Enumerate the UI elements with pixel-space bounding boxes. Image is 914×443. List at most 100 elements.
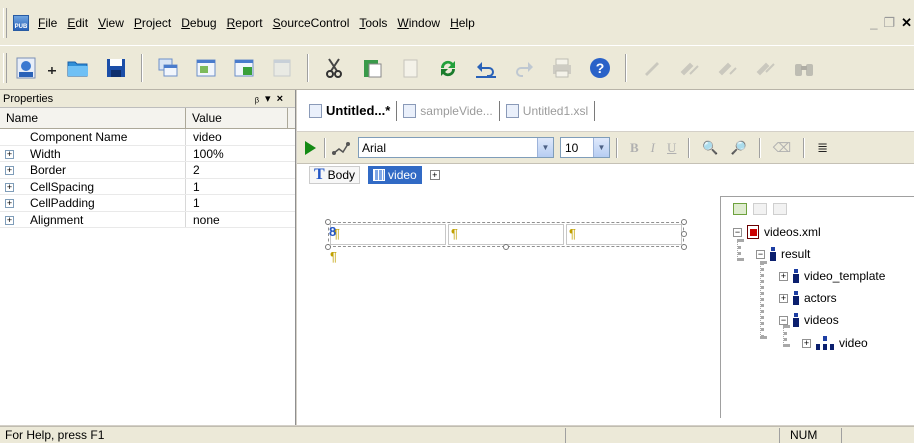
- table-cell[interactable]: ¶: [448, 224, 564, 245]
- tree-node-video[interactable]: + video: [802, 336, 868, 350]
- xpath-icon[interactable]: [332, 139, 350, 157]
- close-icon[interactable]: ✕: [901, 15, 912, 31]
- eraser-icon[interactable]: ⌫: [773, 140, 791, 156]
- expand-icon[interactable]: +: [5, 166, 14, 175]
- tab-samplevideo[interactable]: sampleVide...: [397, 100, 500, 121]
- resize-handle[interactable]: [503, 244, 509, 250]
- table-cell[interactable]: ¶: [330, 224, 446, 245]
- tree-node-result[interactable]: − result: [756, 247, 810, 261]
- expand-icon[interactable]: +: [5, 149, 14, 159]
- resize-handle[interactable]: [681, 231, 687, 237]
- bold-button[interactable]: B: [630, 140, 639, 156]
- property-value[interactable]: 100%: [186, 146, 224, 162]
- tab-untitled1-xsl[interactable]: Untitled1.xsl: [500, 100, 596, 121]
- property-value[interactable]: video: [186, 129, 222, 145]
- property-row[interactable]: + CellSpacing 1: [0, 178, 295, 195]
- expand-icon[interactable]: +: [5, 199, 14, 208]
- new-file-icon[interactable]: [47, 56, 57, 80]
- property-value[interactable]: 2: [186, 162, 200, 178]
- edit2-icon[interactable]: [678, 56, 702, 80]
- tab-untitled[interactable]: Untitled...*: [303, 100, 398, 121]
- font-family-select[interactable]: Arial ▼: [358, 137, 554, 158]
- binoculars-icon[interactable]: [792, 56, 816, 80]
- tree-node-actors[interactable]: + actors: [779, 291, 837, 305]
- edit4-icon[interactable]: [754, 56, 778, 80]
- undo-icon[interactable]: [474, 56, 498, 80]
- window-cascade-icon[interactable]: [156, 56, 180, 80]
- pin-icon[interactable]: ᵦ: [255, 93, 265, 105]
- expand-icon[interactable]: +: [779, 271, 788, 281]
- zoom-out-icon[interactable]: 🔎: [731, 140, 747, 156]
- app-icon[interactable]: PUB: [13, 14, 29, 31]
- menu-project[interactable]: Project: [129, 0, 176, 46]
- tree-node-videos[interactable]: − videos: [779, 313, 839, 327]
- cut-icon[interactable]: [322, 56, 346, 80]
- remove-source-icon[interactable]: [753, 203, 767, 215]
- minimize-icon[interactable]: _: [870, 15, 877, 31]
- window-tile-icon[interactable]: [194, 56, 218, 80]
- design-canvas[interactable]: ¶ ¶ ¶ 8 ¶: [325, 216, 687, 276]
- expand-icon[interactable]: +: [802, 338, 811, 348]
- collapse-icon[interactable]: −: [733, 227, 742, 237]
- toolbar-grip[interactable]: [3, 52, 7, 83]
- property-row[interactable]: + CellPadding 1: [0, 195, 295, 212]
- expand-icon[interactable]: +: [779, 293, 788, 303]
- print-icon[interactable]: [550, 56, 574, 80]
- play-icon[interactable]: [305, 140, 316, 155]
- menu-view[interactable]: View: [93, 0, 129, 46]
- restore-icon[interactable]: ❐: [883, 15, 895, 31]
- menu-report[interactable]: Report: [222, 0, 268, 46]
- expand-icon[interactable]: +: [5, 215, 14, 225]
- chevron-down-icon[interactable]: ▼: [593, 138, 609, 157]
- align-icon[interactable]: ≣: [817, 140, 828, 156]
- property-value[interactable]: 1: [186, 195, 200, 211]
- refresh-icon[interactable]: [436, 56, 460, 80]
- menu-window[interactable]: Window: [392, 0, 445, 46]
- tree-node-root[interactable]: − videos.xml: [733, 225, 821, 239]
- table-cell[interactable]: ¶: [566, 224, 682, 245]
- menu-debug[interactable]: Debug: [176, 0, 221, 46]
- font-size-select[interactable]: 10 ▼: [560, 137, 610, 158]
- edit1-icon[interactable]: [640, 56, 664, 80]
- collapse-icon[interactable]: −: [779, 315, 788, 325]
- column-header-name[interactable]: Name: [0, 108, 186, 128]
- menu-grip[interactable]: [3, 7, 7, 38]
- edit3-icon[interactable]: [716, 56, 740, 80]
- resize-handle[interactable]: [681, 219, 687, 225]
- pub-open-icon[interactable]: [14, 56, 38, 80]
- tree-node-video-template[interactable]: + video_template: [779, 269, 885, 283]
- expand-icon[interactable]: +: [429, 170, 440, 180]
- property-row[interactable]: + Alignment none: [0, 211, 295, 228]
- open-folder-icon[interactable]: [66, 56, 90, 80]
- collapse-icon[interactable]: −: [756, 249, 765, 259]
- menu-tools[interactable]: Tools: [354, 0, 392, 46]
- property-value[interactable]: none: [186, 212, 220, 228]
- chevron-down-icon[interactable]: ▼: [537, 138, 553, 157]
- help-icon[interactable]: ?: [588, 56, 612, 80]
- redo-icon[interactable]: [512, 56, 536, 80]
- italic-button[interactable]: I: [651, 140, 655, 156]
- property-value[interactable]: 1: [186, 179, 200, 195]
- breadcrumb-body[interactable]: T Body: [309, 166, 361, 184]
- menu-help[interactable]: Help: [445, 0, 480, 46]
- breadcrumb-table[interactable]: video: [368, 166, 422, 184]
- window-close-icon[interactable]: [270, 56, 294, 80]
- property-row[interactable]: Component Name video: [0, 129, 295, 146]
- close-panel-icon[interactable]: ×: [277, 93, 289, 105]
- expand-icon[interactable]: +: [5, 182, 14, 192]
- menu-edit[interactable]: Edit: [62, 0, 93, 46]
- add-source-icon[interactable]: [733, 203, 747, 215]
- resize-handle[interactable]: [681, 244, 687, 250]
- property-row[interactable]: + Border 2: [0, 162, 295, 179]
- column-header-value[interactable]: Value: [186, 108, 288, 128]
- paste-icon[interactable]: [360, 56, 384, 80]
- dropdown-icon[interactable]: ▾: [265, 93, 277, 105]
- table-anchor-icon[interactable]: 8: [329, 224, 336, 239]
- zoom-in-icon[interactable]: 🔍: [702, 140, 718, 156]
- window-arrange-icon[interactable]: [232, 56, 256, 80]
- refresh-source-icon[interactable]: [773, 203, 787, 215]
- menu-file[interactable]: File: [33, 0, 62, 46]
- copy-icon[interactable]: [398, 56, 422, 80]
- menu-sourcecontrol[interactable]: SourceControl: [268, 0, 355, 46]
- save-icon[interactable]: [104, 56, 128, 80]
